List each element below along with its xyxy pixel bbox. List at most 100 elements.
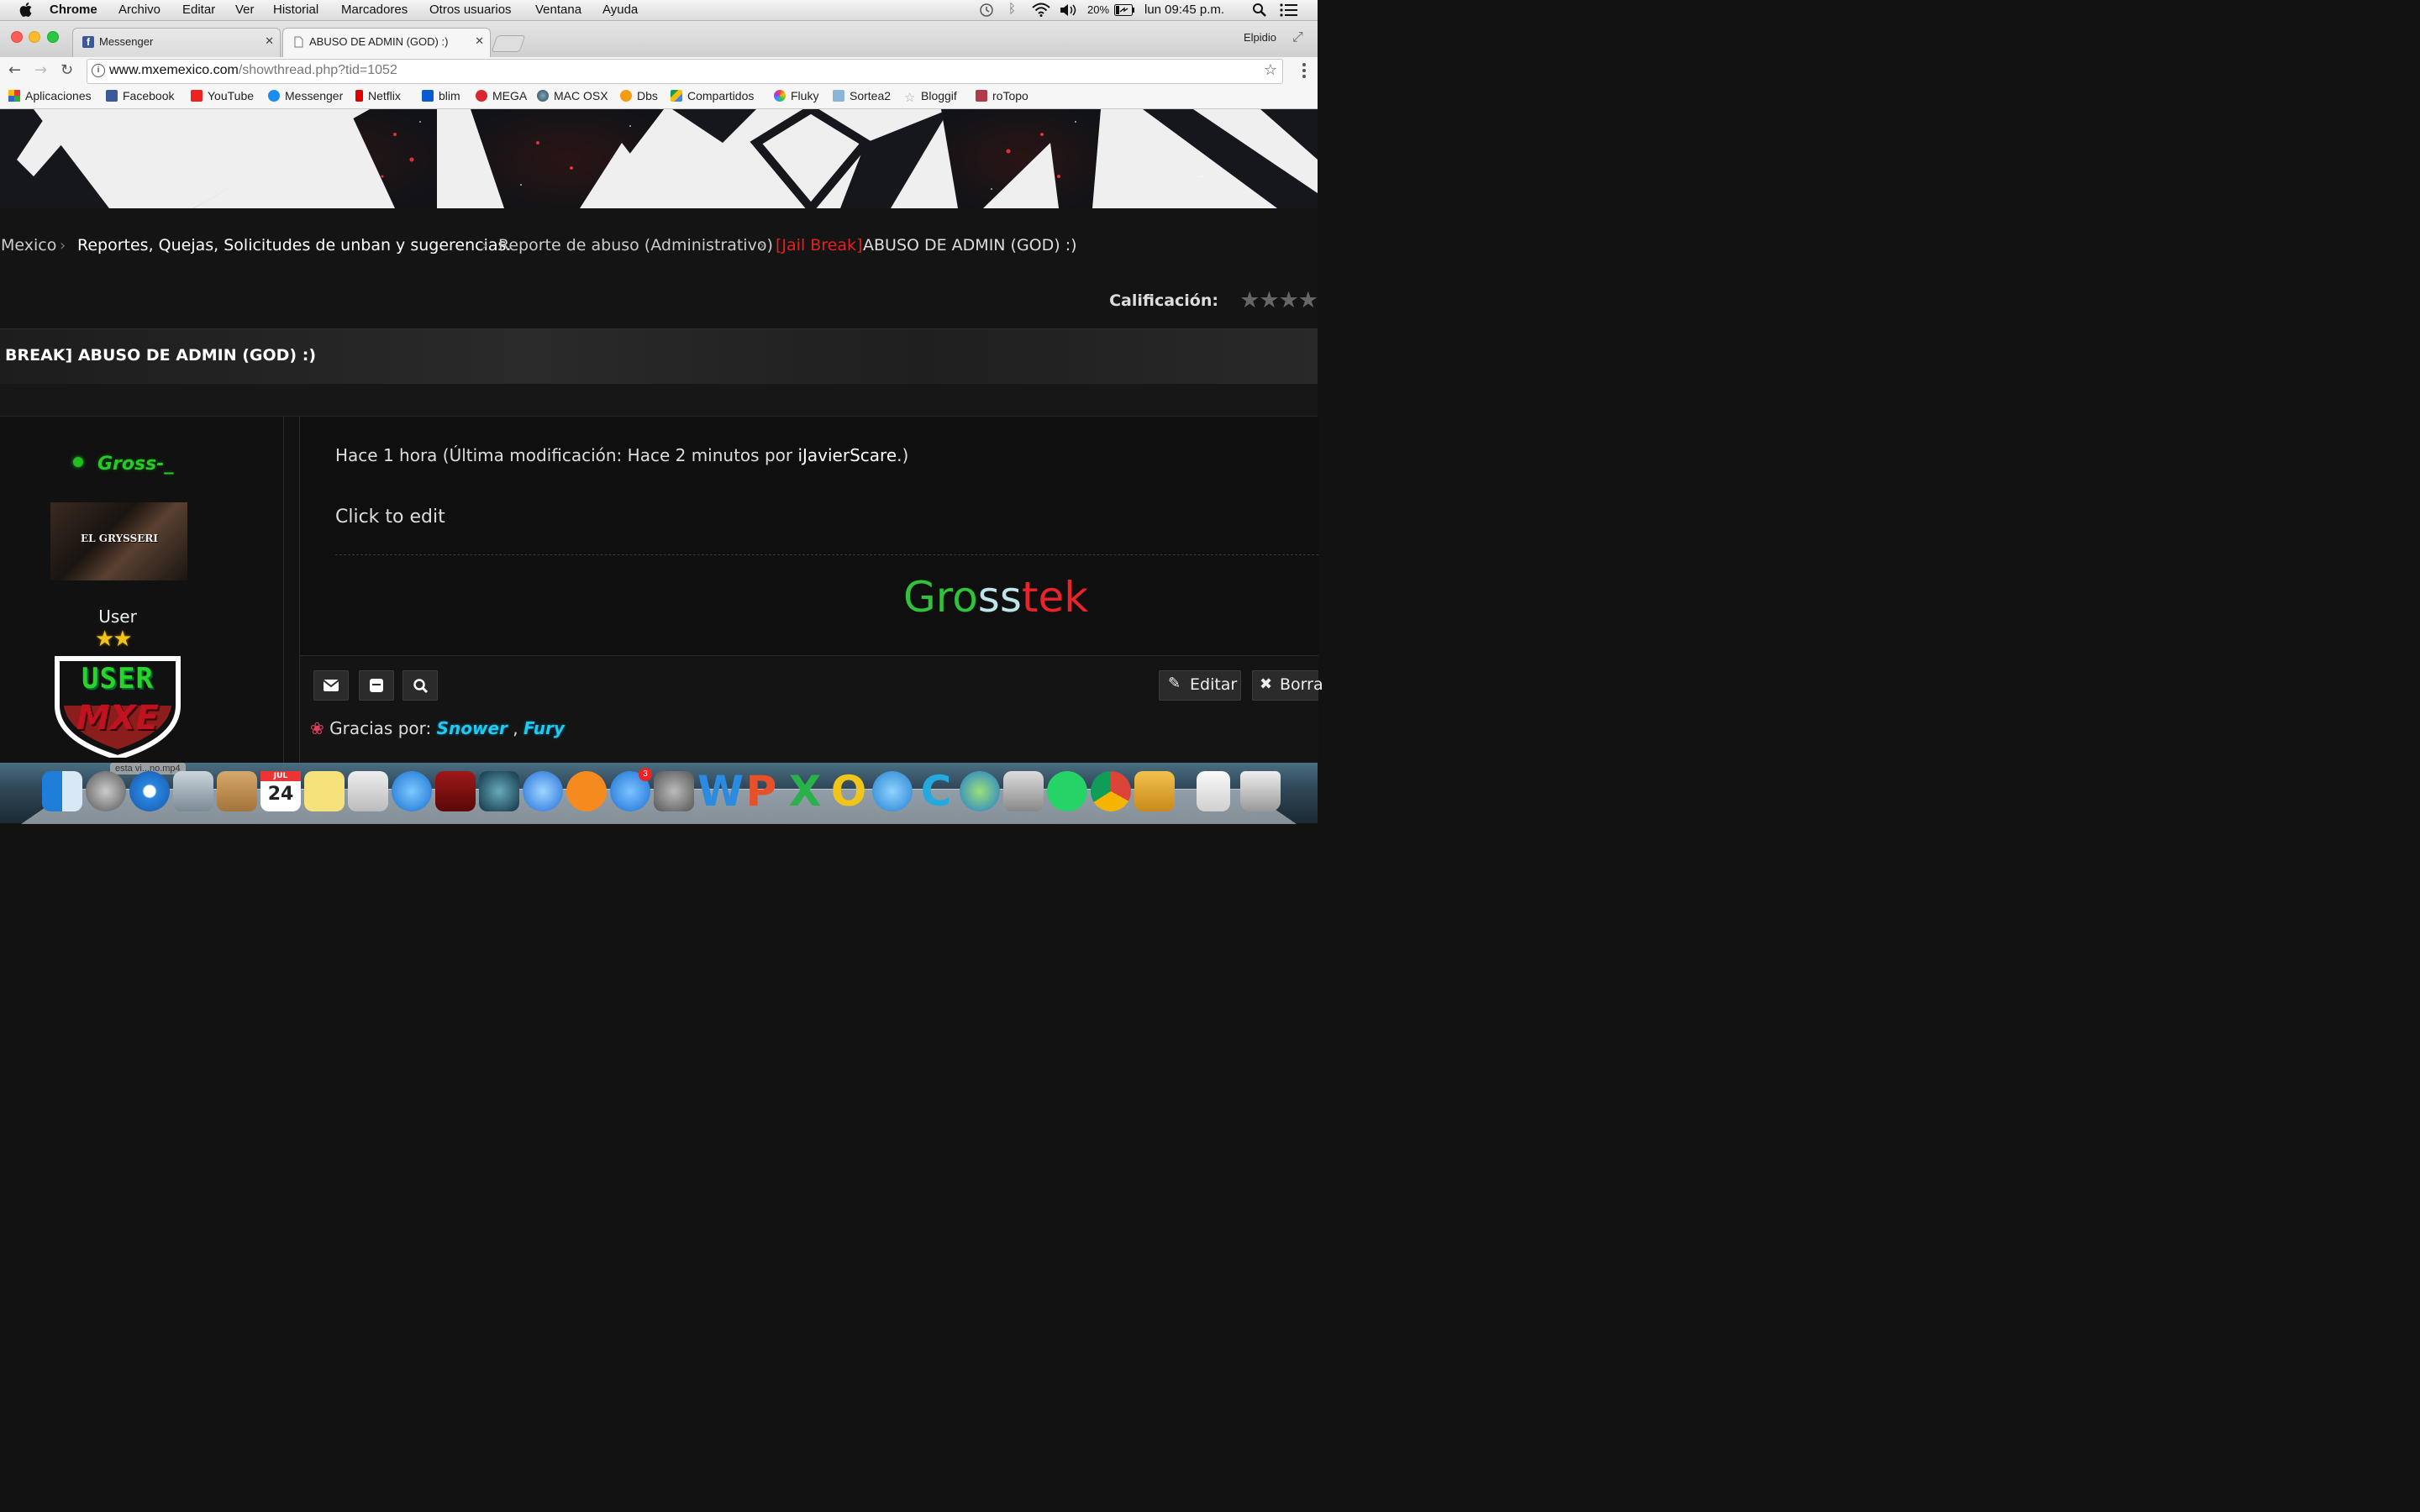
rating-stars[interactable]: ★★★★ xyxy=(1239,287,1318,313)
lync-icon[interactable] xyxy=(872,771,913,811)
wifi-icon[interactable] xyxy=(1032,3,1050,17)
close-tab-icon[interactable]: ✕ xyxy=(265,34,274,48)
word-icon[interactable]: W xyxy=(697,770,744,812)
tab-messenger[interactable]: f Messenger ✕ xyxy=(72,28,281,58)
breadcrumb-reporte-abuso[interactable]: Reporte de abuso (Administrativo) xyxy=(498,236,773,255)
edit-button[interactable]: ✎ Editar xyxy=(1159,670,1241,701)
c-app-icon[interactable]: C xyxy=(916,770,956,812)
bookmark-mega[interactable]: MEGA xyxy=(476,89,527,102)
forward-icon[interactable]: → xyxy=(34,61,47,79)
itunes-icon[interactable] xyxy=(523,771,563,811)
photo-booth-icon[interactable] xyxy=(435,771,476,811)
bookmark-label: Fluky xyxy=(791,89,819,102)
back-icon[interactable]: ← xyxy=(8,61,21,79)
archive-utility-icon[interactable] xyxy=(1134,771,1175,811)
documents-stack-icon[interactable] xyxy=(1197,771,1230,811)
close-window-button[interactable] xyxy=(11,31,23,43)
menu-app-name[interactable]: Chrome xyxy=(50,3,97,17)
fullscreen-icon[interactable]: ⤢ xyxy=(1292,29,1303,45)
reload-icon[interactable]: ↻ xyxy=(60,61,73,79)
send-email-button[interactable] xyxy=(313,670,349,701)
bluetooth-icon[interactable]: ᛒ xyxy=(1008,2,1016,16)
rank-stars: ★★ xyxy=(95,627,133,652)
safari-icon[interactable] xyxy=(129,771,170,811)
bookmark-facebook[interactable]: Facebook xyxy=(106,89,174,102)
menu-ayuda[interactable]: Ayuda xyxy=(602,3,638,17)
minimize-window-button[interactable] xyxy=(29,31,40,43)
bookmark-compartidos[interactable]: Compartidos xyxy=(671,89,754,102)
apple-icon[interactable] xyxy=(18,2,33,18)
private-message-button[interactable] xyxy=(359,670,394,701)
profile-name[interactable]: Elpidio xyxy=(1244,31,1276,44)
breadcrumb-reportes[interactable]: Reportes, Quejas, Solicitudes de unban y… xyxy=(77,236,511,255)
tab-strip: f Messenger ✕ ABUSO DE ADMIN (GOD) :) ✕ … xyxy=(0,21,1318,58)
bookmark-rotopo[interactable]: roTopo xyxy=(976,89,1028,102)
url-text[interactable]: www.mxemexico.com/showthread.php?tid=105… xyxy=(109,63,397,78)
menu-ver[interactable]: Ver xyxy=(235,3,255,17)
post-body[interactable]: Click to edit xyxy=(335,507,445,528)
outlook-icon[interactable]: O xyxy=(829,770,869,812)
netflix-icon xyxy=(355,90,363,102)
menu-marcadores[interactable]: Marcadores xyxy=(341,3,408,17)
bookmark-aplicaciones[interactable]: Aplicaciones xyxy=(8,89,92,102)
calendar-icon[interactable]: JUL 24 xyxy=(260,771,301,811)
address-bar[interactable]: i www.mxemexico.com/showthread.php?tid=1… xyxy=(87,59,1283,84)
launchpad-icon[interactable] xyxy=(86,771,126,811)
thanks-user[interactable]: Snower xyxy=(437,718,508,738)
menu-editar[interactable]: Editar xyxy=(182,3,215,17)
breadcrumb-mexico[interactable]: Mexico xyxy=(1,236,56,255)
bookmark-sortea2[interactable]: Sortea2 xyxy=(833,89,891,102)
mail-icon[interactable] xyxy=(173,771,213,811)
notes-icon[interactable] xyxy=(304,771,345,811)
site-info-icon[interactable]: i xyxy=(92,64,105,77)
battery-percent[interactable]: 20% xyxy=(1087,3,1109,16)
google-drive-icon xyxy=(671,90,682,102)
facetime-icon[interactable] xyxy=(479,771,519,811)
battery-icon[interactable] xyxy=(1114,4,1135,16)
delete-button[interactable]: ✖ Borra xyxy=(1252,670,1323,701)
app-store-icon[interactable]: 3 xyxy=(610,768,652,811)
chrome-menu-icon[interactable] xyxy=(1302,63,1306,81)
menu-ventana[interactable]: Ventana xyxy=(535,3,581,17)
tab-abuso-admin[interactable]: ABUSO DE ADMIN (GOD) :) ✕ xyxy=(282,28,491,58)
contacts-icon[interactable] xyxy=(217,771,257,811)
bookmark-fluky[interactable]: Fluky xyxy=(774,89,818,102)
ibooks-icon[interactable] xyxy=(566,771,607,811)
bookmark-bloggif[interactable]: ☆ Bloggif xyxy=(904,89,957,104)
menu-otros-usuarios[interactable]: Otros usuarios xyxy=(429,3,512,17)
user-avatar[interactable]: EL GRYSSERI xyxy=(50,502,187,580)
post-editor-link[interactable]: iJavierScare xyxy=(797,445,897,465)
new-tab-button[interactable] xyxy=(491,35,526,52)
username[interactable]: Gross-_ xyxy=(97,454,173,475)
zoom-window-button[interactable] xyxy=(47,31,59,43)
menu-archivo[interactable]: Archivo xyxy=(118,3,160,17)
finder-icon[interactable] xyxy=(42,771,82,811)
time-machine-icon[interactable] xyxy=(978,3,995,18)
edit-label: Editar xyxy=(1190,675,1238,694)
bookmark-star-icon[interactable]: ☆ xyxy=(1264,61,1277,79)
thanks-user[interactable]: Fury xyxy=(523,718,565,738)
reminders-icon[interactable] xyxy=(348,771,388,811)
powerpoint-icon[interactable]: P xyxy=(741,770,781,812)
menu-historial[interactable]: Historial xyxy=(273,3,318,17)
excel-icon[interactable]: X xyxy=(785,770,825,812)
bookmark-messenger[interactable]: Messenger xyxy=(268,89,343,102)
bookmark-blim[interactable]: blim xyxy=(422,89,460,102)
clock[interactable]: lun 09:45 p.m. xyxy=(1144,3,1224,17)
close-tab-icon[interactable]: ✕ xyxy=(475,34,484,48)
network-icon[interactable] xyxy=(960,771,1000,811)
bookmark-netflix[interactable]: Netflix xyxy=(355,89,401,102)
find-posts-button[interactable] xyxy=(402,670,438,701)
spotlight-search-icon[interactable] xyxy=(1252,3,1266,17)
system-preferences-icon[interactable] xyxy=(654,771,694,811)
bookmark-mac-osx[interactable]: MAC OSX xyxy=(537,89,608,102)
notification-center-icon[interactable] xyxy=(1280,3,1298,17)
bookmark-youtube[interactable]: YouTube xyxy=(191,89,254,102)
chrome-icon[interactable] xyxy=(1091,771,1131,811)
messages-icon[interactable] xyxy=(392,771,432,811)
whatsapp-icon[interactable] xyxy=(1047,771,1087,811)
volume-icon[interactable] xyxy=(1059,3,1077,17)
trash-icon[interactable] xyxy=(1240,771,1281,811)
network-utility-icon[interactable] xyxy=(1003,771,1044,811)
bookmark-dbs[interactable]: Dbs xyxy=(620,89,658,102)
